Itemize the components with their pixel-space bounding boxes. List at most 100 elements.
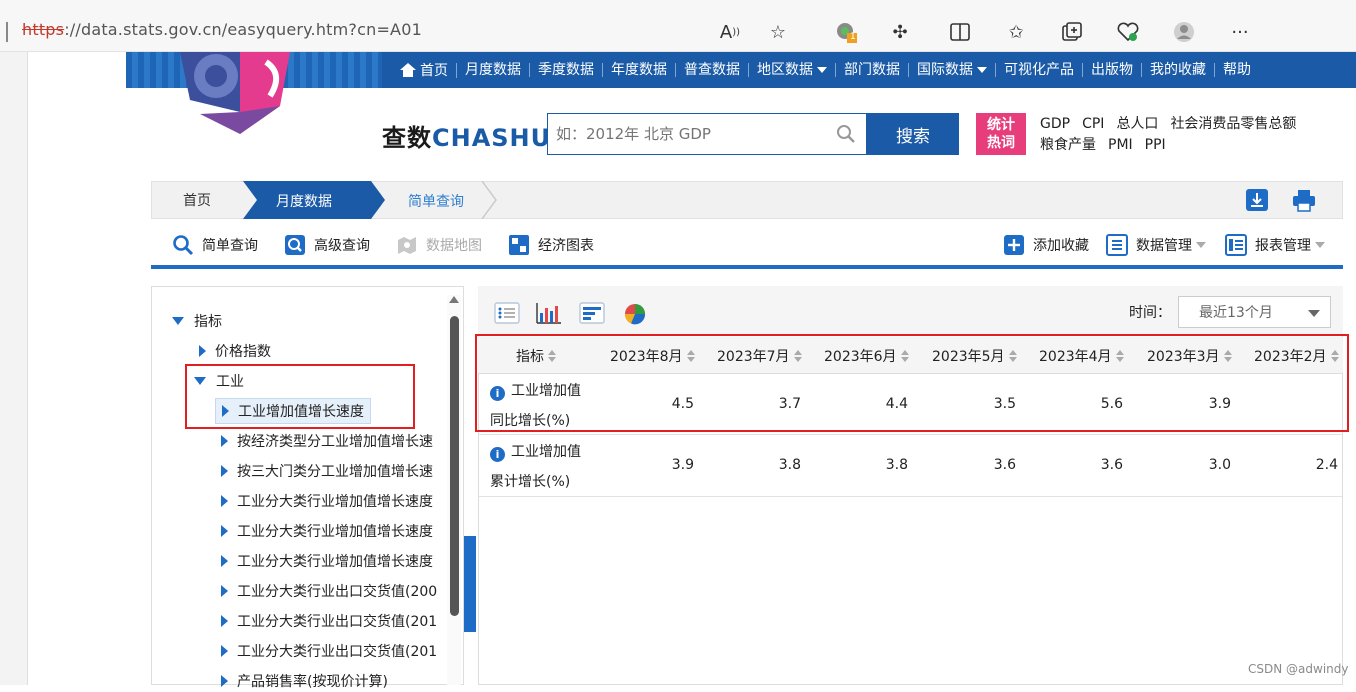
tree-node-child[interactable]: 按经济类型分工业增加值增长速 — [221, 430, 433, 452]
collapsed-triangle-icon — [221, 435, 228, 447]
hot-word-link[interactable]: CPI — [1082, 116, 1104, 132]
hot-word-link[interactable]: 粮食产量 — [1040, 137, 1096, 153]
nav-item-9[interactable]: 出版物 — [1083, 63, 1142, 77]
tree-node-label: 工业分大类行业出口交货值(201 — [237, 614, 438, 630]
bar-chart-icon[interactable] — [535, 300, 563, 326]
economic-charts-button[interactable]: 经济图表 — [508, 234, 594, 256]
info-icon[interactable]: i — [490, 447, 505, 462]
search-button[interactable]: 搜索 — [867, 113, 959, 155]
extensions-puzzle-icon[interactable]: ✣ — [888, 20, 912, 44]
tree-node-child[interactable]: 工业分大类行业出口交货值(201 — [221, 640, 437, 662]
table-cell: 3.0 — [1208, 457, 1231, 473]
favorites-icon[interactable]: ✩ — [1004, 20, 1028, 44]
tree-node-child[interactable]: 产品销售率(按现价计算) — [221, 670, 388, 692]
report-management-label: 报表管理 — [1255, 238, 1311, 254]
hot-word-link[interactable]: 总人口 — [1116, 116, 1158, 132]
breadcrumb-home[interactable]: 首页 — [151, 181, 243, 219]
tree-node-price-index[interactable]: 价格指数 — [199, 340, 271, 362]
report-management-dropdown[interactable]: 报表管理 — [1225, 234, 1325, 256]
chart-grid-icon — [509, 235, 529, 255]
hot-word-link[interactable]: PMI — [1108, 137, 1133, 153]
site-logo-cube — [180, 52, 290, 134]
collapsed-triangle-icon — [221, 645, 228, 657]
collections-icon[interactable] — [1060, 20, 1084, 44]
collapsed-triangle-icon — [221, 465, 228, 477]
url-scheme: https — [22, 20, 65, 39]
table-cell: 3.8 — [885, 457, 908, 473]
indicator-name-line1: 工业增加值 — [511, 444, 581, 460]
extension-badge-icon[interactable]: 1 — [834, 20, 858, 44]
scroll-up-arrow-icon[interactable] — [449, 296, 459, 303]
simple-query-button[interactable]: 简单查询 — [172, 234, 258, 256]
time-range-value: 最近13个月 — [1199, 305, 1273, 321]
read-aloud-icon[interactable]: A)) — [718, 20, 742, 44]
search-icon[interactable] — [836, 124, 856, 144]
magnifier-icon — [173, 235, 194, 256]
nav-item-10[interactable]: 我的收藏 — [1142, 63, 1215, 77]
extension-badge-count: 1 — [850, 32, 856, 42]
collapsed-triangle-icon — [221, 585, 228, 597]
indicator-name: i 工业增加值 累计增长(%) — [490, 437, 581, 497]
data-management-dropdown[interactable]: 数据管理 — [1106, 234, 1206, 256]
time-label: 时间： — [1129, 305, 1171, 321]
hot-word-link[interactable]: 社会消费品零售总额 — [1170, 116, 1296, 132]
nav-item-label: 部门数据 — [844, 62, 900, 78]
table-view-icon[interactable] — [493, 300, 521, 326]
data-map-button[interactable]: 数据地图 — [396, 234, 482, 256]
nav-item-label: 年度数据 — [611, 62, 667, 78]
chevron-down-icon — [1315, 242, 1325, 248]
tree-node-label: 按三大门类分工业增加值增长速 — [237, 464, 433, 480]
nav-item-7[interactable]: 国际数据 — [909, 63, 996, 77]
nav-item-4[interactable]: 普查数据 — [676, 63, 749, 77]
hot-word-link[interactable]: PPI — [1145, 137, 1166, 153]
hot-word-link[interactable]: GDP — [1040, 116, 1070, 132]
browser-essentials-icon[interactable] — [1116, 20, 1140, 44]
nav-item-1[interactable]: 月度数据 — [457, 63, 530, 77]
nav-item-2[interactable]: 季度数据 — [530, 63, 603, 77]
add-favorite-label: 添加收藏 — [1033, 238, 1089, 254]
more-menu-icon[interactable]: ··· — [1228, 20, 1252, 44]
split-screen-icon[interactable] — [948, 20, 972, 44]
chevron-down-icon — [1308, 310, 1320, 317]
address-bar[interactable]: https://data.stats.gov.cn/easyquery.htm?… — [22, 20, 422, 39]
brand-cn: 查数 — [382, 124, 432, 152]
breadcrumb-current: 简单查询 — [408, 194, 464, 210]
add-favorite-button[interactable]: 添加收藏 — [1003, 234, 1089, 256]
print-icon[interactable] — [1292, 188, 1316, 212]
nav-item-label: 可视化产品 — [1004, 62, 1074, 78]
breadcrumb-month[interactable]: 月度数据 — [276, 191, 332, 211]
nav-item-0[interactable]: 首页 — [392, 62, 457, 78]
tree-node-child[interactable]: 工业分大类行业出口交货值(200 — [221, 580, 437, 602]
horizontal-bar-icon[interactable] — [578, 300, 606, 326]
pie-chart-icon[interactable] — [621, 300, 649, 326]
nav-item-11[interactable]: 帮助 — [1215, 63, 1259, 77]
download-icon[interactable] — [1245, 188, 1269, 212]
nav-item-label: 季度数据 — [538, 62, 594, 78]
csdn-watermark: CSDN @adwindy — [1248, 662, 1349, 676]
tree-node-child[interactable]: 工业分大类行业出口交货值(201 — [221, 610, 437, 632]
nav-item-5[interactable]: 地区数据 — [749, 63, 836, 77]
nav-item-label: 我的收藏 — [1150, 62, 1206, 78]
advanced-query-button[interactable]: 高级查询 — [284, 234, 370, 256]
panel-splitter-handle[interactable] — [464, 536, 476, 632]
list-box-icon — [1106, 234, 1128, 256]
nav-item-3[interactable]: 年度数据 — [603, 63, 676, 77]
profile-avatar-icon[interactable] — [1172, 20, 1196, 44]
tree-scrollbar-thumb[interactable] — [450, 316, 459, 616]
tree-node-child[interactable]: 工业分大类行业增加值增长速度 — [221, 490, 433, 512]
table-cell: 3.6 — [1100, 457, 1123, 473]
search-input[interactable] — [548, 114, 828, 154]
tree-node-label: 按经济类型分工业增加值增长速 — [237, 434, 433, 450]
collapsed-triangle-icon — [199, 345, 206, 357]
advanced-search-icon — [285, 235, 305, 255]
nav-item-6[interactable]: 部门数据 — [836, 63, 909, 77]
nav-item-8[interactable]: 可视化产品 — [996, 63, 1083, 77]
search-box — [547, 113, 867, 155]
plus-square-icon — [1004, 235, 1024, 255]
tree-node-child[interactable]: 按三大门类分工业增加值增长速 — [221, 460, 433, 482]
tree-node-indicators[interactable]: 指标 — [172, 310, 222, 332]
tree-node-child[interactable]: 工业分大类行业增加值增长速度 — [221, 550, 433, 572]
time-range-select[interactable]: 最近13个月 — [1178, 296, 1331, 328]
favorite-star-icon[interactable]: ☆ — [766, 20, 790, 44]
tree-node-child[interactable]: 工业分大类行业增加值增长速度 — [221, 520, 433, 542]
